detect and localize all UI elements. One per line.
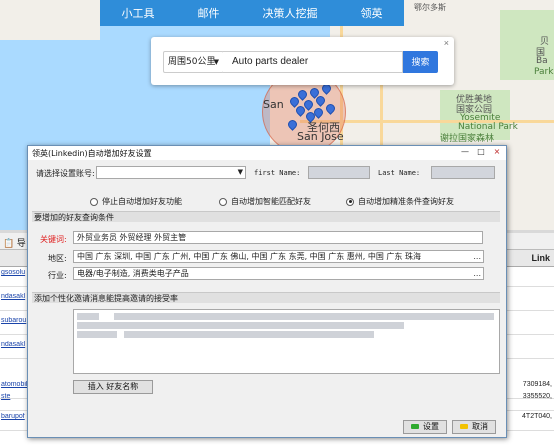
radio-circle bbox=[90, 197, 98, 206]
map-label: San bbox=[263, 98, 284, 111]
maximize-button[interactable]: □ bbox=[474, 147, 488, 158]
linkedin-auto-add-dialog: 领英(Linkedin)自动增加好友设置 — □ × 请选择设置账号: ▼ fi… bbox=[27, 145, 507, 438]
dialog-title: 领英(Linkedin)自动增加好友设置 bbox=[32, 149, 152, 158]
close-button[interactable]: × bbox=[490, 147, 504, 158]
check-icon bbox=[411, 424, 419, 429]
radio-smart-match[interactable]: 自动增加智能匹配好友 bbox=[219, 196, 311, 207]
blurred-text bbox=[77, 331, 117, 338]
row-value: 7309184, bbox=[522, 381, 552, 388]
industry-label: 行业: bbox=[48, 271, 67, 280]
nav-item-linkedin[interactable]: 领英 bbox=[361, 5, 383, 21]
more-button[interactable]: ... bbox=[473, 268, 481, 279]
search-panel: × 周围50公里 ▼ Auto parts dealer 搜索 bbox=[151, 37, 454, 85]
blurred-text bbox=[77, 313, 99, 320]
row-link[interactable]: gsosolu bbox=[1, 269, 29, 277]
last-name-label: Last Name: bbox=[378, 169, 421, 177]
radio-precise-query[interactable]: 自动增加精准条件查询好友 bbox=[346, 196, 454, 207]
radio-label: 自动增加智能匹配好友 bbox=[231, 197, 311, 206]
row-value: 4T2T040, bbox=[522, 413, 552, 420]
blurred-text bbox=[124, 331, 374, 338]
cancel-button[interactable]: 取消 bbox=[452, 420, 496, 434]
caret-down-icon: ▼ bbox=[237, 168, 243, 176]
nav-item-mail[interactable]: 邮件 bbox=[198, 5, 220, 21]
section-header-message: 添加个性化邀请消息能提高邀请的接受率 bbox=[32, 292, 500, 303]
row-link[interactable]: subarou bbox=[1, 317, 29, 325]
first-name-label: first Name: bbox=[254, 169, 301, 177]
caret-down-icon: ▼ bbox=[213, 58, 219, 66]
account-label: 请选择设置账号: bbox=[36, 169, 95, 178]
map-label: 谢拉国家森林 bbox=[440, 134, 495, 144]
radius-select[interactable]: 周围50公里 ▼ bbox=[163, 51, 224, 73]
row-link[interactable]: ste bbox=[1, 393, 29, 401]
ok-button[interactable]: 设置 bbox=[403, 420, 447, 434]
dialog-titlebar[interactable]: 领英(Linkedin)自动增加好友设置 — □ × bbox=[28, 146, 506, 160]
radio-label: 停止自动增加好友功能 bbox=[102, 197, 182, 206]
cancel-icon bbox=[460, 424, 468, 429]
map-place-label: 鄂尔多斯 bbox=[414, 3, 446, 12]
radius-select-value: 周围50公里 bbox=[168, 57, 216, 67]
map-label: Ba bbox=[536, 56, 548, 66]
keyword-field[interactable]: 外贸业务员 外贸经理 外贸主管 bbox=[73, 231, 483, 244]
map-label: 圣何西 bbox=[307, 121, 340, 134]
map-land bbox=[0, 0, 100, 40]
region-value: 中国 广东 深圳, 中国 广东 广州, 中国 广东 佛山, 中国 广东 东莞, … bbox=[77, 252, 421, 261]
industry-field[interactable]: 电器/电子制造, 消费类电子产品 ... bbox=[73, 267, 484, 280]
section-header-conditions: 要增加的好友查询条件 bbox=[32, 211, 500, 222]
keyword-input[interactable]: Auto parts dealer bbox=[223, 51, 403, 73]
row-value: 3355520, bbox=[522, 393, 552, 400]
blurred-text bbox=[104, 322, 404, 329]
row-link[interactable]: ndasakl bbox=[1, 341, 29, 349]
radio-stop-auto-add[interactable]: 停止自动增加好友功能 bbox=[90, 196, 182, 207]
account-select[interactable]: ▼ bbox=[96, 166, 246, 179]
row-link[interactable]: atomobile bbox=[1, 381, 29, 389]
top-nav: 小工具 邮件 决策人挖掘 领英 bbox=[100, 0, 404, 26]
cancel-button-label: 取消 bbox=[472, 422, 488, 431]
radio-label: 自动增加精准条件查询好友 bbox=[358, 197, 454, 206]
keyword-label: 关键词: bbox=[40, 235, 67, 244]
invite-message-textarea[interactable] bbox=[73, 309, 500, 374]
radio-circle bbox=[219, 197, 227, 206]
region-label: 地区: bbox=[48, 254, 67, 263]
region-field[interactable]: 中国 广东 深圳, 中国 广东 广州, 中国 广东 佛山, 中国 广东 东莞, … bbox=[73, 250, 484, 263]
export-icon[interactable]: 📋 bbox=[3, 238, 14, 248]
column-header-link[interactable]: Link bbox=[531, 253, 550, 263]
row-link[interactable]: barupof bbox=[1, 413, 29, 421]
industry-value: 电器/电子制造, 消费类电子产品 bbox=[77, 269, 189, 278]
ok-button-label: 设置 bbox=[423, 422, 439, 431]
nav-item-tools[interactable]: 小工具 bbox=[122, 5, 155, 21]
close-icon[interactable]: × bbox=[444, 38, 449, 48]
nav-item-decision-maker[interactable]: 决策人挖掘 bbox=[263, 5, 318, 21]
search-button[interactable]: 搜索 bbox=[403, 51, 438, 73]
more-button[interactable]: ... bbox=[473, 251, 481, 262]
radio-circle-selected bbox=[346, 197, 354, 206]
window-controls: — □ × bbox=[458, 147, 504, 158]
last-name-field[interactable] bbox=[431, 166, 495, 179]
minimize-button[interactable]: — bbox=[458, 147, 472, 158]
row-link[interactable]: ndasakl bbox=[1, 293, 29, 301]
insert-friend-name-button[interactable]: 插入 好友名称 bbox=[73, 380, 153, 394]
export-label[interactable]: 导 bbox=[17, 238, 26, 248]
first-name-field[interactable] bbox=[308, 166, 370, 179]
blurred-text bbox=[77, 322, 107, 329]
map-label: Park bbox=[534, 67, 554, 77]
blurred-text bbox=[114, 313, 494, 320]
